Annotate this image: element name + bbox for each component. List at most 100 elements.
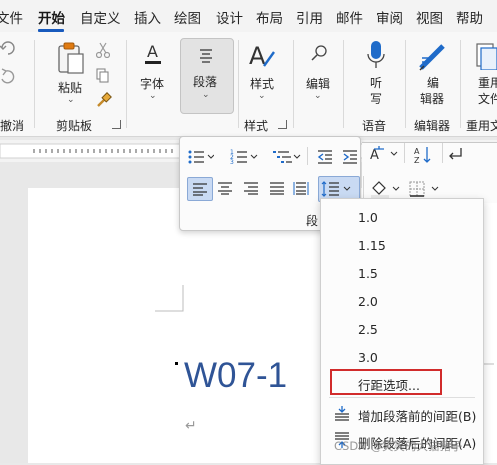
menu-bar: 文件 开始 自定义 插入 绘图 设计 布局 引用 邮件 审阅 视图 帮助 <box>0 0 497 32</box>
divider <box>293 40 294 128</box>
svg-text:A: A <box>370 148 379 162</box>
format-painter-icon[interactable] <box>96 92 112 108</box>
redo-icon[interactable] <box>0 68 16 84</box>
divider <box>442 143 443 163</box>
paste-icon[interactable] <box>56 42 86 76</box>
editor-icon[interactable] <box>418 40 448 72</box>
highlight-box <box>330 369 442 395</box>
chevron-down-icon[interactable]: ⌄ <box>258 91 266 101</box>
dictate-label-bottom[interactable]: 写 <box>370 90 382 107</box>
align-left-button[interactable] <box>187 177 213 201</box>
line-spacing-option[interactable]: 2.0 <box>358 294 378 309</box>
divider <box>460 40 461 128</box>
styles-icon[interactable]: A <box>248 42 276 70</box>
divider <box>34 40 35 128</box>
dictate-label-top[interactable]: 听 <box>370 74 382 91</box>
paste-label[interactable]: 粘贴 <box>58 79 82 96</box>
editing-label[interactable]: 编辑 <box>306 75 330 92</box>
paragraph-group-label: 段 <box>306 214 319 228</box>
undo-icon[interactable] <box>0 40 16 56</box>
menu-references[interactable]: 引用 <box>296 7 323 27</box>
justify-button[interactable] <box>269 177 285 199</box>
divider <box>329 397 475 398</box>
copy-icon[interactable] <box>96 68 110 84</box>
svg-text:A: A <box>249 42 266 70</box>
undo-group-label: 撤消 <box>0 119 25 133</box>
clipboard-group-label: 剪贴板 <box>56 119 93 133</box>
decrease-indent-icon <box>317 150 332 164</box>
paint-bucket-icon <box>371 181 400 198</box>
chevron-down-icon[interactable]: ⌄ <box>314 91 322 101</box>
asian-layout-icon: A <box>370 146 398 162</box>
divider <box>404 143 405 163</box>
menu-layout[interactable]: 布局 <box>256 7 283 27</box>
menu-file[interactable]: 文件 <box>0 7 23 27</box>
paragraph-button[interactable]: 段落 ⌄ <box>180 38 234 114</box>
line-spacing-option[interactable]: 1.15 <box>358 238 386 253</box>
sort-button[interactable]: AZ <box>414 146 432 164</box>
voice-group-label: 语音 <box>362 119 387 133</box>
shading-button[interactable] <box>370 180 402 198</box>
chevron-down-icon[interactable]: ⌄ <box>149 91 157 101</box>
borders-button[interactable] <box>408 180 442 198</box>
reuse-label-bottom[interactable]: 文件 <box>478 90 497 107</box>
menu-insert[interactable]: 插入 <box>134 7 161 27</box>
editor-label-top[interactable]: 编 <box>427 74 439 91</box>
menu-view[interactable]: 视图 <box>416 7 443 27</box>
paragraph-label: 段落 <box>193 75 218 89</box>
add-space-before-item[interactable]: 增加段落前的间距(B) <box>358 406 476 425</box>
sort-icon: AZ <box>414 147 431 164</box>
document-heading[interactable]: W07-1 <box>184 356 287 396</box>
reuse-label-top[interactable]: 重用 <box>478 74 497 91</box>
menu-draw[interactable]: 绘图 <box>174 7 201 27</box>
microphone-icon[interactable] <box>366 40 386 72</box>
svg-text:Z: Z <box>414 156 420 164</box>
menu-design[interactable]: 设计 <box>216 7 243 27</box>
menu-mailings[interactable]: 邮件 <box>336 7 363 27</box>
watermark: CSDN @笑笑的大猫猪子 <box>334 439 463 453</box>
line-spacing-option[interactable]: 1.0 <box>358 210 378 225</box>
bullets-button[interactable] <box>188 146 214 168</box>
font-label[interactable]: 字体 <box>140 75 164 92</box>
multilevel-list-button[interactable] <box>273 146 301 168</box>
chevron-down-icon: ⌄ <box>202 90 210 100</box>
chevron-down-icon[interactable]: ⌄ <box>67 95 75 105</box>
align-right-button[interactable] <box>243 177 259 199</box>
ribbon: 撤消 粘贴 ⌄ 剪贴板 A 字体 ⌄ 段落 ⌄ A 样式 ⌄ 样式 编辑 ⌄ 听… <box>0 32 497 137</box>
styles-label[interactable]: 样式 <box>250 75 274 92</box>
editor-label-bottom[interactable]: 辑器 <box>420 90 444 107</box>
divider <box>343 40 344 128</box>
numbering-icon: 123 <box>230 149 258 165</box>
menu-customize[interactable]: 自定义 <box>80 7 121 27</box>
line-spacing-option[interactable]: 2.5 <box>358 322 378 337</box>
svg-text:A: A <box>147 42 158 61</box>
add-space-before-icon <box>333 405 351 421</box>
multilevel-list-icon <box>273 151 301 163</box>
menu-help[interactable]: 帮助 <box>456 7 483 27</box>
show-marks-button[interactable] <box>446 146 464 164</box>
numbering-button[interactable]: 123 <box>230 146 258 168</box>
justify-icon <box>270 182 284 195</box>
return-arrow-icon <box>449 148 462 160</box>
line-spacing-option[interactable]: 3.0 <box>358 350 378 365</box>
menu-review[interactable]: 审阅 <box>376 7 403 27</box>
menu-home[interactable]: 开始 <box>38 7 65 27</box>
divider <box>126 40 127 128</box>
svg-text:A: A <box>414 147 420 156</box>
font-icon[interactable]: A <box>144 42 162 68</box>
reuse-files-icon[interactable] <box>476 42 497 70</box>
distributed-button[interactable] <box>293 177 309 199</box>
divider <box>363 176 364 198</box>
align-center-icon <box>218 182 232 195</box>
styles-launcher-icon[interactable] <box>278 120 287 129</box>
decrease-indent-button[interactable] <box>317 146 333 168</box>
bullets-icon <box>188 150 214 164</box>
clipboard-launcher-icon[interactable] <box>112 120 121 129</box>
search-icon[interactable] <box>310 44 328 62</box>
align-center-button[interactable] <box>217 177 233 199</box>
divider <box>405 40 406 128</box>
increase-indent-button[interactable] <box>342 146 358 168</box>
cut-icon[interactable] <box>96 42 110 58</box>
asian-layout-button[interactable]: A <box>370 146 402 162</box>
line-spacing-option[interactable]: 1.5 <box>358 266 378 281</box>
